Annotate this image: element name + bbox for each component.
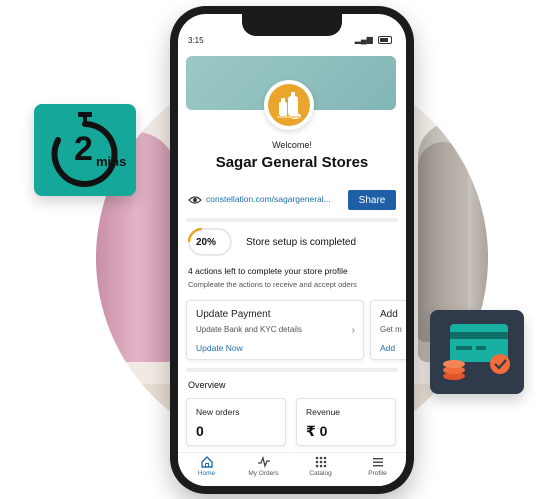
stat-value: 0	[196, 423, 204, 439]
timer-number: 2	[74, 130, 93, 168]
grid-icon	[315, 456, 326, 468]
share-button[interactable]: Share	[348, 190, 396, 210]
update-now-link[interactable]: Update Now	[196, 343, 243, 353]
store-logo-icon	[268, 84, 310, 126]
stat-label: Revenue	[306, 407, 341, 417]
phone-notch	[242, 14, 342, 36]
nav-label: My Orders	[248, 470, 279, 477]
nav-label: Catalog	[309, 470, 332, 477]
store-link-row: constellation.com/sagargeneral... Share	[188, 190, 396, 210]
phone-frame: 3:15 ▂▄▆ Welcome! Sagar General Stores c…	[170, 6, 414, 494]
actions-subtitle: Compleate the actions to receive and acc…	[188, 280, 357, 289]
signal-icon: ▂▄▆	[354, 35, 373, 44]
card-title: Update Payment	[196, 309, 271, 320]
credit-card-coins-check-icon	[443, 324, 510, 380]
update-payment-card[interactable]: Update Payment Update Bank and KYC detai…	[186, 300, 364, 360]
add-card[interactable]: Add Get m Add	[370, 300, 406, 360]
timer-unit: mins	[96, 154, 127, 169]
nav-label: Home	[197, 470, 216, 477]
bottom-nav: Home My Orders Catalog Profile	[178, 452, 406, 486]
stat-label: New orders	[196, 407, 240, 417]
progress-percent: 20%	[196, 237, 217, 248]
progress-text: Store setup is completed	[246, 237, 357, 248]
activity-icon	[257, 455, 270, 469]
store-logo	[264, 80, 314, 130]
add-link[interactable]: Add	[380, 343, 395, 353]
card-title: Add	[380, 309, 398, 320]
status-icons: ▂▄▆	[355, 35, 392, 44]
welcome-text: Welcome!	[272, 140, 312, 150]
nav-catalog[interactable]: Catalog	[292, 455, 349, 485]
nav-label: Profile	[368, 470, 387, 477]
actions-title: 4 actions left to complete your store pr…	[188, 266, 348, 276]
divider	[186, 368, 398, 372]
revenue-card[interactable]: Revenue ₹ 0	[296, 398, 396, 446]
setup-progress: 20% Store setup is completed	[188, 228, 398, 256]
status-time: 3:15	[188, 36, 204, 45]
battery-icon	[378, 35, 392, 44]
home-icon	[200, 456, 213, 468]
menu-icon	[372, 458, 383, 467]
new-orders-card[interactable]: New orders 0	[186, 398, 286, 446]
chevron-right-icon: ›	[351, 325, 355, 336]
store-name: Sagar General Stores	[215, 154, 369, 171]
card-desc: Update Bank and KYC details	[196, 325, 302, 334]
phone-screen: 3:15 ▂▄▆ Welcome! Sagar General Stores c…	[178, 14, 406, 486]
eye-icon	[188, 196, 202, 204]
card-desc: Get m	[380, 325, 402, 334]
divider	[186, 218, 398, 222]
overview-title: Overview	[188, 380, 226, 390]
stat-value: ₹ 0	[306, 423, 328, 439]
payment-badge	[430, 310, 524, 394]
nav-home[interactable]: Home	[178, 455, 235, 485]
nav-profile[interactable]: Profile	[349, 455, 406, 485]
timer-badge: 2 mins	[34, 104, 136, 196]
store-link[interactable]: constellation.com/sagargeneral...	[206, 194, 331, 204]
nav-my-orders[interactable]: My Orders	[235, 455, 292, 485]
